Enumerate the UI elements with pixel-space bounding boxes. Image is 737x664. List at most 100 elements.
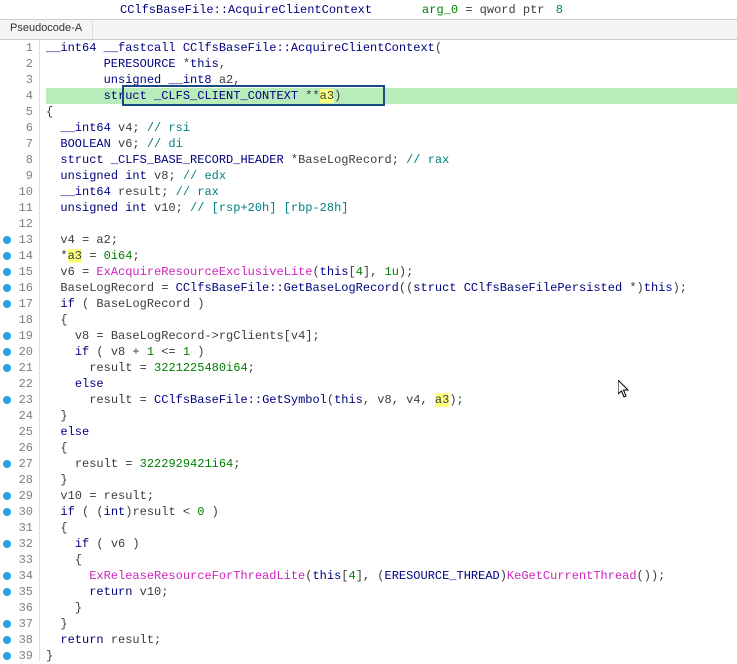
code-line[interactable]: ExReleaseResourceForThreadLite(this[4], … xyxy=(46,568,737,584)
tab-pseudocode[interactable]: Pseudocode-A xyxy=(0,20,93,39)
line-number: 24 xyxy=(14,408,33,424)
code-line[interactable]: struct _CLFS_BASE_RECORD_HEADER *BaseLog… xyxy=(46,152,737,168)
code-line[interactable]: v8 = BaseLogRecord->rgClients[v4]; xyxy=(46,328,737,344)
breakpoint-gutter[interactable] xyxy=(0,40,14,661)
breakpoint-slot[interactable] xyxy=(0,312,14,328)
breakpoint-slot[interactable] xyxy=(0,216,14,232)
code-line[interactable]: if ( (int)result < 0 ) xyxy=(46,504,737,520)
breakpoint-slot[interactable] xyxy=(0,56,14,72)
code-token: if xyxy=(75,345,89,359)
breakpoint-slot[interactable] xyxy=(0,408,14,424)
line-number: 14 xyxy=(14,248,33,264)
code-line[interactable]: } xyxy=(46,648,737,664)
breakpoint-slot[interactable] xyxy=(0,632,14,648)
code-line[interactable]: __int64 v4; // rsi xyxy=(46,120,737,136)
breakpoint-slot[interactable] xyxy=(0,584,14,600)
breakpoint-slot[interactable] xyxy=(0,392,14,408)
code-line[interactable]: if ( BaseLogRecord ) xyxy=(46,296,737,312)
code-line[interactable]: struct _CLFS_CLIENT_CONTEXT **a3) xyxy=(46,88,737,104)
code-token: v6 xyxy=(111,537,125,551)
code-line[interactable]: v10 = result; xyxy=(46,488,737,504)
code-line[interactable]: { xyxy=(46,104,737,120)
code-token: _CLFS_CLIENT_CONTEXT xyxy=(154,89,305,103)
breakpoint-slot[interactable] xyxy=(0,344,14,360)
breakpoint-slot[interactable] xyxy=(0,456,14,472)
breakpoint-slot[interactable] xyxy=(0,504,14,520)
breakpoint-slot[interactable] xyxy=(0,280,14,296)
breakpoint-slot[interactable] xyxy=(0,552,14,568)
breakpoint-slot[interactable] xyxy=(0,168,14,184)
breakpoint-slot[interactable] xyxy=(0,40,14,56)
code-token: 4 xyxy=(356,265,363,279)
code-token xyxy=(46,457,75,471)
code-line[interactable]: else xyxy=(46,424,737,440)
code-line[interactable]: return v10; xyxy=(46,584,737,600)
line-number: 25 xyxy=(14,424,33,440)
code-line[interactable]: { xyxy=(46,552,737,568)
code-line[interactable]: result = 3222929421i64; xyxy=(46,456,737,472)
code-line[interactable]: } xyxy=(46,600,737,616)
breakpoint-slot[interactable] xyxy=(0,200,14,216)
code-line[interactable]: PERESOURCE *this, xyxy=(46,56,737,72)
breakpoint-slot[interactable] xyxy=(0,360,14,376)
code-line[interactable]: v6 = ExAcquireResourceExclusiveLite(this… xyxy=(46,264,737,280)
code-line[interactable] xyxy=(46,216,737,232)
breakpoint-slot[interactable] xyxy=(0,616,14,632)
code-line[interactable]: if ( v6 ) xyxy=(46,536,737,552)
code-token: , xyxy=(392,393,406,407)
code-line[interactable]: unsigned __int8 a2, xyxy=(46,72,737,88)
code-content[interactable]: __int64 __fastcall CClfsBaseFile::Acquir… xyxy=(40,40,737,661)
breakpoint-slot[interactable] xyxy=(0,472,14,488)
breakpoint-slot[interactable] xyxy=(0,536,14,552)
code-line[interactable]: } xyxy=(46,408,737,424)
code-line[interactable]: unsigned int v10; // [rsp+20h] [rbp-28h] xyxy=(46,200,737,216)
code-line[interactable]: { xyxy=(46,440,737,456)
breakpoint-slot[interactable] xyxy=(0,440,14,456)
breakpoint-slot[interactable] xyxy=(0,248,14,264)
breakpoint-slot[interactable] xyxy=(0,600,14,616)
breakpoint-slot[interactable] xyxy=(0,152,14,168)
code-token: { xyxy=(46,105,53,119)
code-line[interactable]: *a3 = 0i64; xyxy=(46,248,737,264)
code-line[interactable]: { xyxy=(46,520,737,536)
breakpoint-slot[interactable] xyxy=(0,424,14,440)
breakpoint-slot[interactable] xyxy=(0,136,14,152)
code-line[interactable]: else xyxy=(46,376,737,392)
code-line[interactable]: BaseLogRecord = CClfsBaseFile::GetBaseLo… xyxy=(46,280,737,296)
breakpoint-slot[interactable] xyxy=(0,104,14,120)
code-editor[interactable]: 1234567891011121314151617181920212223242… xyxy=(0,40,737,661)
breakpoint-slot[interactable] xyxy=(0,72,14,88)
code-line[interactable]: } xyxy=(46,616,737,632)
breakpoint-slot[interactable] xyxy=(0,488,14,504)
code-line[interactable]: { xyxy=(46,312,737,328)
code-line[interactable]: BOOLEAN v6; // di xyxy=(46,136,737,152)
code-line[interactable]: v4 = a2; xyxy=(46,232,737,248)
code-line[interactable]: } xyxy=(46,472,737,488)
breakpoint-slot[interactable] xyxy=(0,328,14,344)
code-token: 1u xyxy=(385,265,399,279)
breakpoint-slot[interactable] xyxy=(0,264,14,280)
code-line[interactable]: result = 3221225480i64; xyxy=(46,360,737,376)
code-token: __int64 xyxy=(60,185,118,199)
breakpoint-slot[interactable] xyxy=(0,88,14,104)
line-number: 38 xyxy=(14,632,33,648)
code-line[interactable]: return result; xyxy=(46,632,737,648)
code-token: struct xyxy=(104,89,154,103)
code-line[interactable]: if ( v8 + 1 <= 1 ) xyxy=(46,344,737,360)
code-line[interactable]: result = CClfsBaseFile::GetSymbol(this, … xyxy=(46,392,737,408)
top-arg-val: 8 xyxy=(556,3,563,17)
breakpoint-slot[interactable] xyxy=(0,376,14,392)
code-token: v10 xyxy=(140,585,162,599)
code-line[interactable]: __int64 __fastcall CClfsBaseFile::Acquir… xyxy=(46,40,737,56)
breakpoint-slot[interactable] xyxy=(0,648,14,664)
code-token: result xyxy=(104,489,147,503)
breakpoint-slot[interactable] xyxy=(0,568,14,584)
breakpoint-slot[interactable] xyxy=(0,184,14,200)
code-line[interactable]: unsigned int v8; // edx xyxy=(46,168,737,184)
code-token xyxy=(46,553,75,567)
breakpoint-slot[interactable] xyxy=(0,232,14,248)
breakpoint-slot[interactable] xyxy=(0,296,14,312)
breakpoint-slot[interactable] xyxy=(0,120,14,136)
code-line[interactable]: __int64 result; // rax xyxy=(46,184,737,200)
breakpoint-slot[interactable] xyxy=(0,520,14,536)
